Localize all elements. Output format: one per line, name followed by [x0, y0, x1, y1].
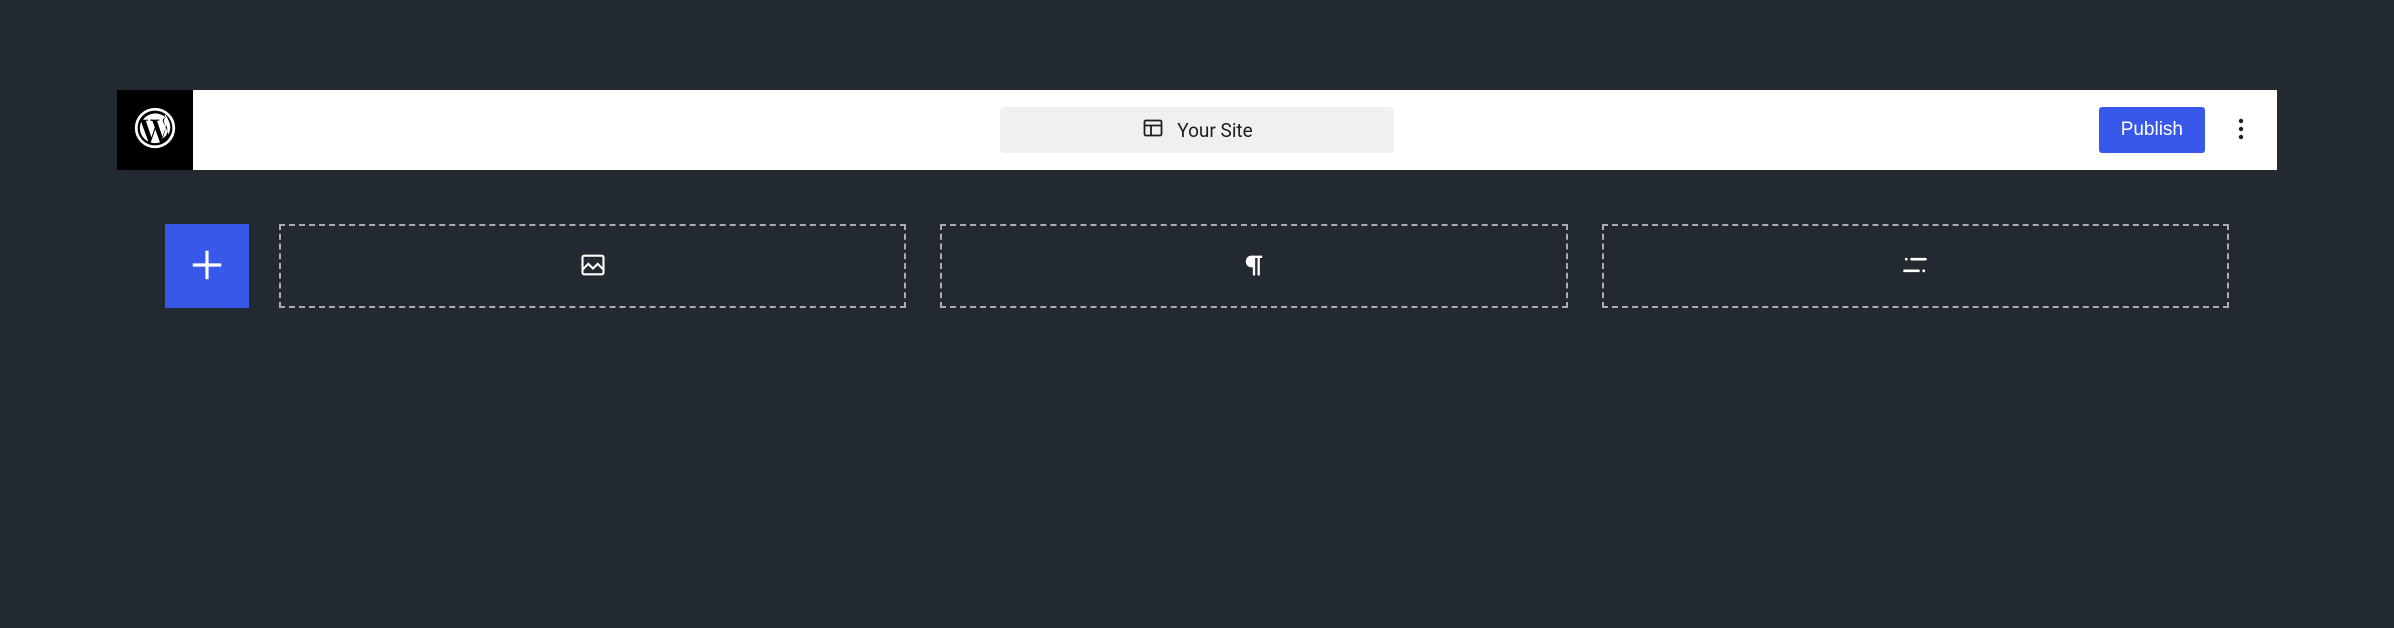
list-icon	[1901, 251, 1929, 282]
layout-icon	[1141, 116, 1165, 145]
editor-frame: Your Site Publish	[117, 90, 2277, 628]
plus-icon	[188, 246, 226, 287]
more-options-button[interactable]	[2221, 110, 2261, 150]
site-title-label: Your Site	[1177, 119, 1252, 142]
editor-canvas	[117, 170, 2277, 308]
wordpress-logo-button[interactable]	[117, 90, 193, 170]
kebab-menu-icon	[2238, 117, 2244, 144]
block-placeholder-image[interactable]	[279, 224, 906, 308]
image-icon	[579, 251, 607, 282]
editor-topbar: Your Site Publish	[117, 90, 2277, 170]
add-block-button[interactable]	[165, 224, 249, 308]
wordpress-logo-icon	[133, 106, 177, 154]
publish-button[interactable]: Publish	[2099, 107, 2205, 153]
block-placeholder-list[interactable]	[1602, 224, 2229, 308]
block-placeholders-row	[279, 224, 2229, 308]
paragraph-icon	[1240, 251, 1268, 282]
block-placeholder-paragraph[interactable]	[940, 224, 1567, 308]
site-title-chip[interactable]: Your Site	[1000, 107, 1394, 153]
